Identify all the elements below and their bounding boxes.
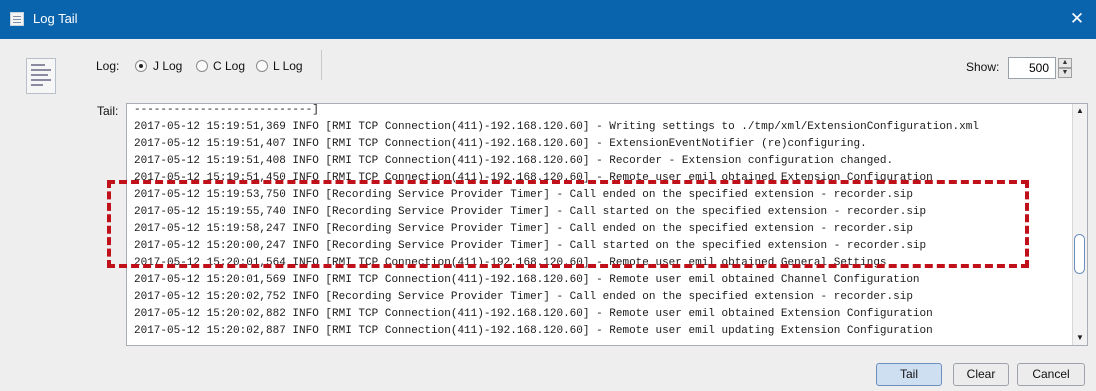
l-log-radio-label[interactable]: L Log (273, 59, 303, 73)
chevron-down-icon[interactable]: ▼ (1058, 68, 1072, 78)
close-icon[interactable]: ✕ (1066, 8, 1088, 30)
show-lines-spinner-field[interactable]: 500 (1008, 57, 1056, 79)
log-label: Log: (96, 59, 120, 73)
highlight-annotation-box (107, 180, 1029, 268)
l-log-radio[interactable] (256, 60, 268, 72)
log-line: 2017-05-12 15:20:02,752 INFO [Recording … (134, 291, 913, 303)
log-line: ---------------------------] (134, 104, 319, 116)
c-log-radio[interactable] (196, 60, 208, 72)
show-label: Show: (966, 60, 1000, 74)
scroll-down-arrow-icon[interactable]: ▼ (1076, 333, 1084, 343)
tail-button[interactable]: Tail (876, 363, 942, 386)
log-document-icon (26, 58, 56, 94)
j-log-radio[interactable] (135, 60, 147, 72)
cancel-button[interactable]: Cancel (1017, 363, 1085, 386)
vertical-scrollbar[interactable]: ▲ ▼ (1072, 104, 1087, 345)
log-line: 2017-05-12 15:20:02,882 INFO [RMI TCP Co… (134, 308, 933, 320)
j-log-radio-label[interactable]: J Log (153, 59, 182, 73)
log-line: 2017-05-12 15:19:51,408 INFO [RMI TCP Co… (134, 155, 894, 167)
log-line: 2017-05-12 15:20:02,887 INFO [RMI TCP Co… (134, 325, 933, 337)
log-tail-dialog: Log Tail ✕ Log: J Log C Log L Log Show: … (0, 0, 1096, 391)
scrollbar-thumb[interactable] (1074, 234, 1085, 274)
log-line: 2017-05-12 15:19:51,369 INFO [RMI TCP Co… (134, 121, 979, 133)
window-title: Log Tail (33, 11, 78, 26)
log-window-icon (10, 12, 24, 26)
title-bar: Log Tail ✕ (0, 0, 1096, 39)
clear-button[interactable]: Clear (953, 363, 1009, 386)
toolbar-separator (321, 50, 322, 80)
chevron-up-icon[interactable]: ▲ (1058, 58, 1072, 68)
log-line: 2017-05-12 15:20:01,569 INFO [RMI TCP Co… (134, 274, 920, 286)
log-line: 2017-05-12 15:19:51,407 INFO [RMI TCP Co… (134, 138, 867, 150)
tail-label: Tail: (97, 104, 119, 118)
c-log-radio-label[interactable]: C Log (213, 59, 245, 73)
scroll-up-arrow-icon[interactable]: ▲ (1076, 106, 1084, 116)
